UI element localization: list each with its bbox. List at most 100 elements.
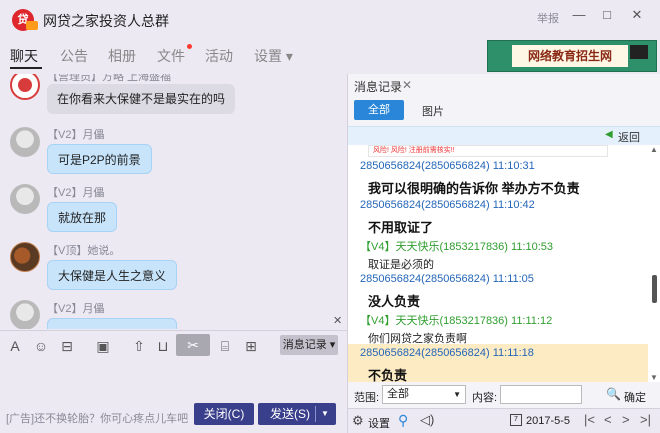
message-bubble: 大保健是人生之意义 xyxy=(47,260,178,290)
scroll-down-icon[interactable]: ▼ xyxy=(650,373,658,382)
calendar-icon[interactable]: 7 xyxy=(510,414,522,426)
send-divider xyxy=(315,406,316,422)
content-search-input[interactable] xyxy=(500,385,582,404)
close-button[interactable]: ✕ xyxy=(626,5,648,25)
maximize-button[interactable]: □ xyxy=(596,5,618,25)
record-header: 【V4】天天快乐(1853217836) 11:11:12 xyxy=(360,315,553,327)
history-date[interactable]: 2017-5-5 xyxy=(526,415,570,427)
avatar[interactable] xyxy=(10,127,40,157)
message-sender: 【V顶】她说。 xyxy=(47,245,121,257)
record-body: 我可以很明确的告诉你 举办方不负责 xyxy=(368,181,580,196)
history-tab[interactable]: 消息记录 xyxy=(354,78,402,95)
next-page-icon[interactable]: > xyxy=(622,412,630,427)
avatar[interactable] xyxy=(10,242,40,272)
content-label: 内容: xyxy=(472,392,498,404)
back-arrow-icon[interactable]: ◀ xyxy=(605,129,613,140)
settings-label[interactable]: 设置 xyxy=(368,415,390,431)
history-list[interactable]: ◀ 返回 风险! 风险! 注册前需核实!! 2850656824(2850656… xyxy=(348,126,660,383)
avatar[interactable] xyxy=(10,184,40,214)
record-body: 你们网贷之家负责啊 xyxy=(368,333,467,345)
filter-all-button[interactable]: 全部 xyxy=(354,100,404,120)
message-bubble: 在你看来大保健不是最实在的吗 xyxy=(47,84,236,114)
history-close-icon[interactable]: ✕ xyxy=(402,78,412,92)
search-icon[interactable]: ⚲ xyxy=(398,412,408,429)
banner-text: 网络教育招生网 xyxy=(512,45,628,67)
tab-activities[interactable]: 活动 xyxy=(205,46,233,66)
message-bubble: 可是P2P的前景 xyxy=(47,144,152,174)
message-bubble: 就放在那 xyxy=(47,202,118,232)
confirm-button[interactable]: 确定 xyxy=(624,389,646,405)
tab-settings[interactable]: 设置 ▾ xyxy=(254,46,293,66)
collapse-chevron-icon[interactable]: ✕ xyxy=(333,314,342,327)
group-logo: 贷 xyxy=(12,9,38,31)
message-history-panel: 消息记录 ✕ 全部 图片 ◀ 返回 风险! 风险! 注册前需核实!! 28506… xyxy=(347,74,660,433)
gear-icon[interactable]: ⚙ xyxy=(352,413,364,429)
search-icon[interactable]: 🔍 xyxy=(606,387,621,401)
speaker-icon[interactable]: ◁) xyxy=(420,412,434,428)
message-sender: 【V2】月儡 xyxy=(47,129,105,141)
report-link[interactable]: 举报 xyxy=(537,10,559,26)
record-body: 没人负责 xyxy=(368,294,421,309)
message-sender: 【营理员】方略 上海盛福 xyxy=(47,74,172,83)
gift-icon[interactable]: ⊟ xyxy=(58,337,76,355)
avatar[interactable] xyxy=(10,300,40,329)
avatar[interactable] xyxy=(10,74,40,100)
range-value: 全部 xyxy=(387,388,409,400)
range-select[interactable]: 全部 ▼ xyxy=(382,385,466,404)
input-toolbar: A ☺ ⊟ ▣ ⇧ ⊔ ✂ ⌸ ⊞ 消息记录 ▾ xyxy=(0,330,347,360)
last-page-icon[interactable]: >| xyxy=(640,412,651,427)
tab-album[interactable]: 相册 xyxy=(108,46,136,66)
ad-text[interactable]: [广告]还不换轮胎？你可心疼点儿车吧 xyxy=(6,410,188,426)
history-scrollbar[interactable]: ▲ ▼ xyxy=(648,145,660,383)
scissors-icon[interactable]: ✂ xyxy=(176,334,210,356)
active-tab-underline xyxy=(10,67,42,69)
ad-banner[interactable]: 网络教育招生网 xyxy=(487,40,657,72)
record-body: 不负责 xyxy=(368,368,408,383)
folder-icon[interactable]: ⊔ xyxy=(154,337,172,355)
send-button[interactable]: 发送(S) ▼ xyxy=(258,403,336,425)
mail-icon[interactable]: ⊞ xyxy=(242,337,260,355)
chat-area[interactable]: 【营理员】方略 上海盛福 在你看来大保健不是最实在的吗 【V2】月儡 可是P2P… xyxy=(0,74,347,329)
message-sender: 【V2】月儡 xyxy=(47,187,105,199)
tab-chat[interactable]: 聊天 xyxy=(10,46,38,66)
record-header: 【V4】天天快乐(1853217836) 11:10:53 xyxy=(360,241,554,253)
record-body: 不用取证了 xyxy=(368,220,434,235)
group-tabs: 聊天 公告 相册 文件 活动 设置 ▾ xyxy=(0,40,480,74)
upload-icon[interactable]: ⇧ xyxy=(130,337,148,355)
message-input[interactable]: [广告]还不换轮胎？你可心疼点儿车吧 关闭(C) 发送(S) ▼ xyxy=(0,360,347,433)
record-header: 2850656824(2850656824) 11:11:18 xyxy=(360,347,534,359)
back-link[interactable]: 返回 xyxy=(618,129,640,145)
record-body: 取证是必须的 xyxy=(368,259,434,271)
close-chat-button[interactable]: 关闭(C) xyxy=(194,403,254,425)
record-header: 2850656824(2850656824) 11:10:42 xyxy=(360,199,535,211)
title-bar: 贷 网贷之家投资人总群 举报 — □ ✕ xyxy=(0,0,660,40)
message-record-button[interactable]: 消息记录 ▾ xyxy=(280,335,338,355)
record-header: 2850656824(2850656824) 11:10:31 xyxy=(360,160,535,172)
tab-announcement[interactable]: 公告 xyxy=(60,46,88,66)
message-bubble xyxy=(47,318,177,329)
tab-files[interactable]: 文件 xyxy=(157,44,192,66)
graduation-cap-icon xyxy=(630,45,648,59)
emoji-icon[interactable]: ☺ xyxy=(32,337,50,355)
send-options-icon[interactable]: ▼ xyxy=(321,403,329,425)
scrollbar-thumb[interactable] xyxy=(652,275,657,303)
image-icon[interactable]: ▣ xyxy=(94,337,112,355)
history-footer: ⚙ 设置 ⚲ ◁) 7 2017-5-5 |< < > >| xyxy=(348,408,660,433)
window-title: 网贷之家投资人总群 xyxy=(43,13,169,29)
filter-images-button[interactable]: 图片 xyxy=(422,103,444,119)
range-label: 范围: xyxy=(354,392,380,404)
prev-page-icon[interactable]: < xyxy=(604,412,612,427)
first-page-icon[interactable]: |< xyxy=(584,412,595,427)
notification-dot xyxy=(187,44,192,49)
search-filter-row: 范围: 全部 ▼ 内容: 🔍 确定 xyxy=(348,382,660,408)
record-header: 2850656824(2850656824) 11:11:05 xyxy=(360,273,534,285)
font-icon[interactable]: A xyxy=(6,337,24,355)
history-icon[interactable]: ⌸ xyxy=(216,337,234,355)
message-sender: 【V2】月儡 xyxy=(47,303,105,315)
image-preview[interactable]: 风险! 风险! 注册前需核实!! xyxy=(368,145,608,157)
scroll-up-icon[interactable]: ▲ xyxy=(650,145,658,154)
back-bar: ◀ 返回 xyxy=(348,127,660,145)
chevron-down-icon: ▼ xyxy=(453,390,461,399)
send-label: 发送(S) xyxy=(270,407,310,421)
minimize-button[interactable]: — xyxy=(568,5,590,25)
